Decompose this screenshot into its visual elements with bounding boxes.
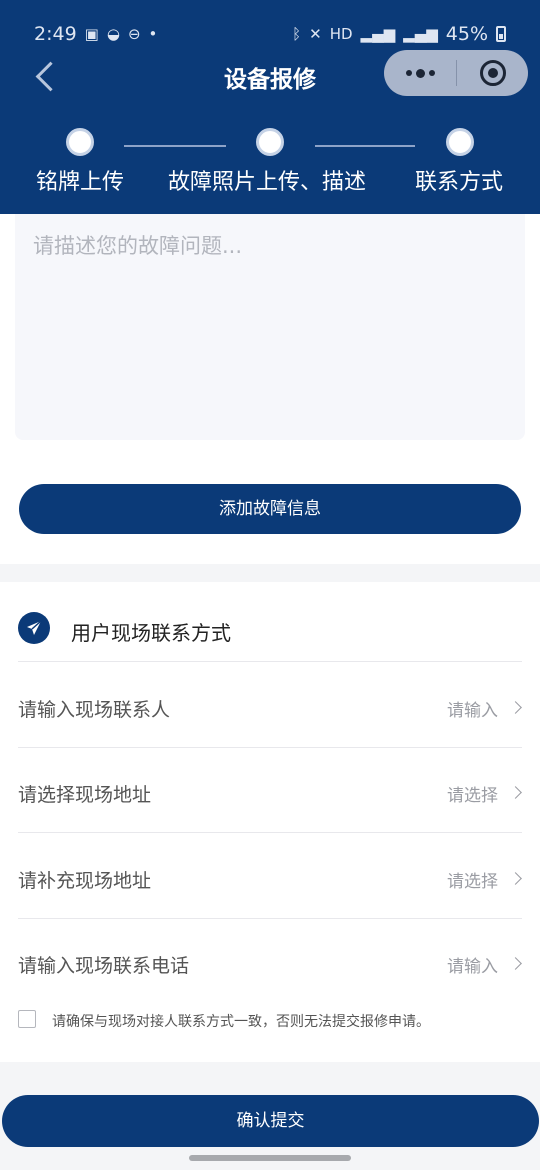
step-1-indicator [66,128,94,156]
dnd-icon: ⊖ [127,25,141,43]
step-2-indicator [256,128,284,156]
site-address-row[interactable]: 请选择现场地址 请选择 [18,748,522,832]
step-2-label: 故障照片上传、描述 [168,170,367,195]
row-label: 请输入现场联系人 [18,699,171,721]
mute-icon: ✕ [309,25,322,43]
divider [18,832,522,833]
chevron-right-icon [509,957,522,970]
paper-plane-icon [18,612,50,644]
hd-icon: HD [329,25,353,43]
submit-button[interactable]: 确认提交 [2,1095,539,1147]
chevron-right-icon [509,872,522,885]
chevron-right-icon [509,786,522,799]
row-hint: 请输入 [447,957,498,977]
status-time: 2:49 [34,23,77,45]
row-hint: 请选择 [447,872,498,892]
app-icon: ◒ [106,25,120,43]
step-connector [315,145,415,147]
contact-person-row[interactable]: 请输入现场联系人 请输入 [18,663,522,747]
step-1-label: 铭牌上传 [36,170,125,195]
step-connector [124,145,226,147]
add-fault-info-button[interactable]: 添加故障信息 [19,484,521,534]
row-hint: 请选择 [447,786,498,806]
contact-section-title: 用户现场联系方式 [71,621,231,645]
status-bar: 2:49 ▣ ◒ ⊖ • ᛒ ✕ HD ▂▄▆ ▂▄▆ 45% [0,0,540,54]
signal-icon: ▂▄▆ [360,25,396,43]
header: 2:49 ▣ ◒ ⊖ • ᛒ ✕ HD ▂▄▆ ▂▄▆ 45% 设备报修 铭牌上… [0,0,540,214]
divider [18,661,522,662]
close-mini-program-icon[interactable] [457,50,528,96]
agreement-text: 请确保与现场对接人联系方式一致，否则无法提交报修申请。 [52,1014,430,1030]
gallery-icon: ▣ [84,25,99,43]
row-hint: 请输入 [447,701,498,721]
chevron-right-icon [509,701,522,714]
fault-description-input[interactable] [15,214,525,440]
address-detail-row[interactable]: 请补充现场地址 请选择 [18,834,522,918]
more-icon[interactable] [384,50,456,96]
battery-icon [496,26,506,42]
agreement-checkbox[interactable] [18,1010,36,1028]
bluetooth-icon: ᛒ [292,25,302,43]
signal-2-icon: ▂▄▆ [403,25,438,43]
row-label: 请选择现场地址 [18,784,152,806]
step-3-label: 联系方式 [415,170,504,195]
home-indicator[interactable] [189,1155,351,1161]
row-label: 请补充现场地址 [18,870,152,892]
row-label: 请输入现场联系电话 [18,955,190,977]
battery-level: 45% [445,23,488,45]
dot-icon: • [148,25,158,43]
agreement: 请确保与现场对接人联系方式一致，否则无法提交报修申请。 [18,1010,522,1034]
step-3-indicator [446,128,474,156]
mini-program-capsule [384,50,528,96]
contact-phone-row[interactable]: 请输入现场联系电话 请输入 [18,919,522,1003]
